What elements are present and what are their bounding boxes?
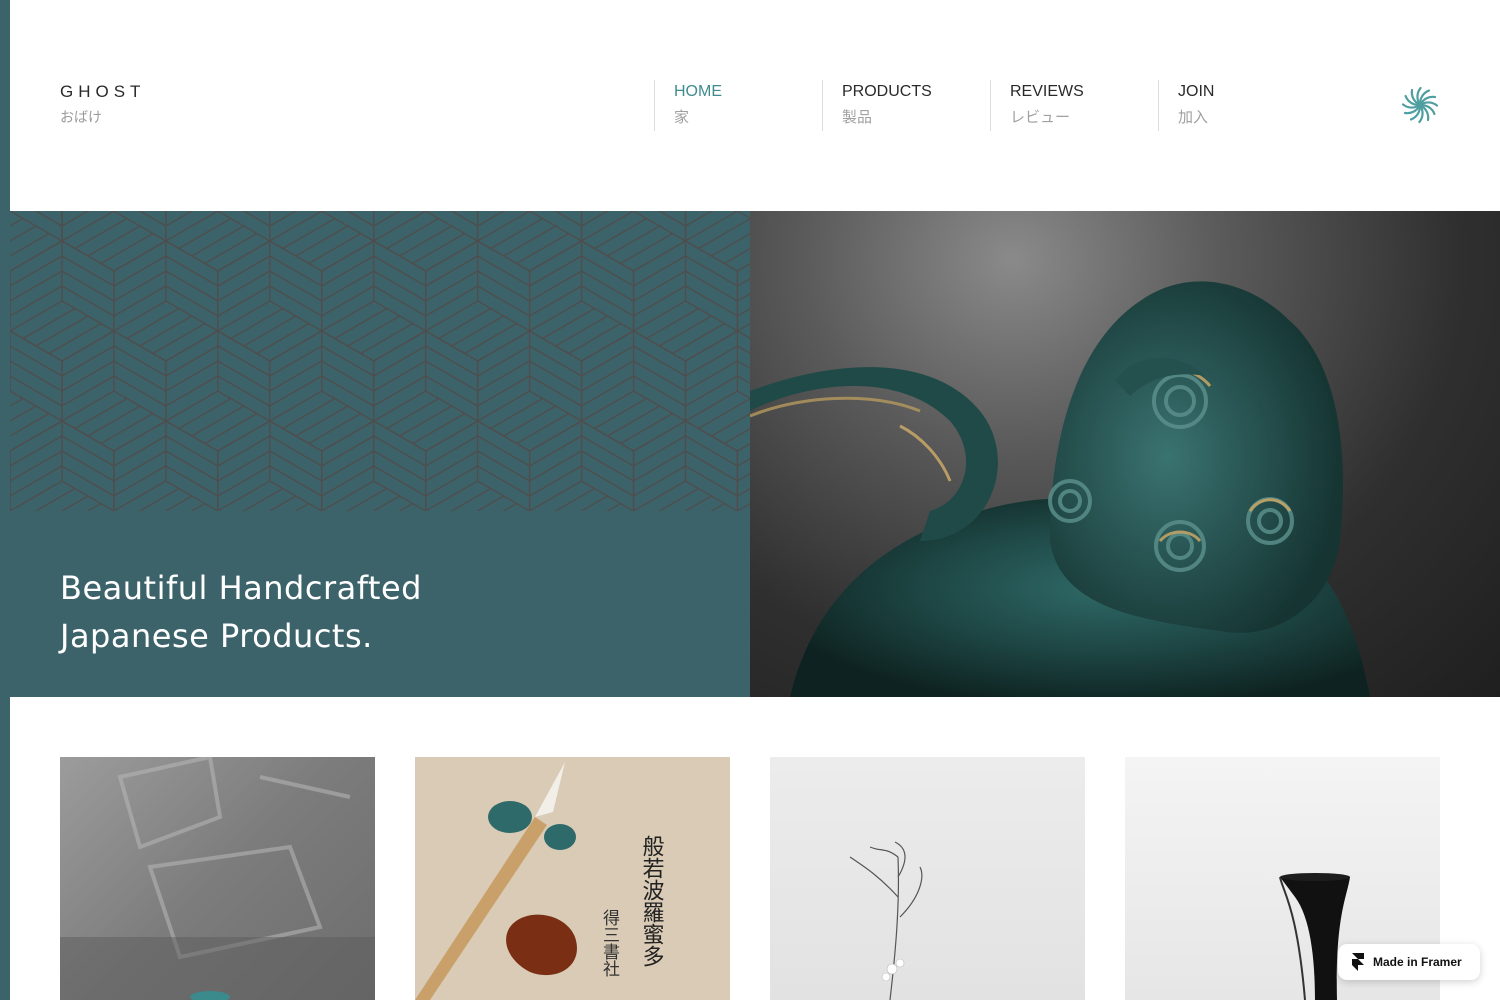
- made-in-framer-badge[interactable]: Made in Framer: [1338, 944, 1480, 980]
- framer-logo-icon: [1352, 953, 1364, 971]
- hero-photo-bronze-lion: [750, 211, 1500, 697]
- product-calligraphy-photo[interactable]: 般若波羅蜜多 得三書社: [415, 757, 730, 1000]
- brand-logo[interactable]: GHOST おばけ: [60, 82, 145, 126]
- nav-item-home[interactable]: HOME 家: [654, 80, 822, 131]
- nav-item-products[interactable]: PRODUCTS 製品: [822, 80, 990, 131]
- brand-name: GHOST: [60, 82, 146, 101]
- nav-item-sublabel: 製品: [842, 109, 873, 126]
- nav-item-label: PRODUCTS: [842, 83, 932, 100]
- nav-item-sublabel: 加入: [1178, 109, 1209, 126]
- nav-item-sublabel: 家: [674, 109, 690, 126]
- calligraphy-text-main: 般若波羅蜜多: [639, 835, 665, 967]
- nav-item-label: JOIN: [1178, 83, 1215, 100]
- spiral-swirl-icon[interactable]: [1399, 84, 1441, 126]
- hero-title: Beautiful Handcrafted Japanese Products.: [60, 564, 422, 660]
- product-ikebana-photo[interactable]: [770, 757, 1085, 1000]
- nav-item-join[interactable]: JOIN 加入: [1158, 80, 1326, 131]
- brand-subtitle: おばけ: [60, 109, 102, 125]
- hero-title-line-2: Japanese Products.: [60, 617, 373, 655]
- nav-item-label: REVIEWS: [1010, 83, 1084, 100]
- hero-title-line-1: Beautiful Handcrafted: [60, 569, 422, 607]
- nav-item-sublabel: レビュー: [1010, 109, 1071, 126]
- main-navigation: HOME 家 PRODUCTS 製品 REVIEWS レビュー JOIN 加入: [654, 80, 1326, 131]
- geometric-pattern: [10, 211, 750, 511]
- calligraphy-text-side: 得三書社: [599, 909, 620, 977]
- product-chairs-photo[interactable]: [60, 757, 375, 1000]
- nav-item-reviews[interactable]: REVIEWS レビュー: [990, 80, 1158, 131]
- nav-item-label: HOME: [674, 83, 722, 100]
- badge-label: Made in Framer: [1373, 955, 1462, 969]
